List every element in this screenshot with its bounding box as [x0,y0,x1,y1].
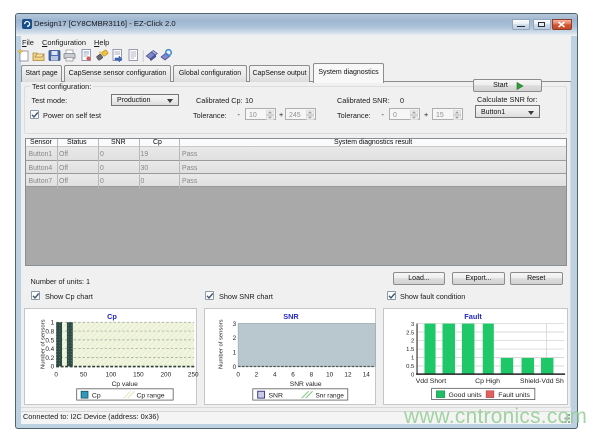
svg-text:250: 250 [188,372,199,379]
svg-text:0.5: 0.5 [406,364,415,370]
svg-text:0: 0 [51,364,55,371]
svg-text:150: 150 [133,372,144,379]
svg-text:2.5: 2.5 [406,330,415,336]
svg-text:Vdd Short: Vdd Short [416,378,447,385]
svg-text:12: 12 [344,372,352,379]
svg-text:SNR value: SNR value [289,381,321,388]
svg-text:SNR: SNR [283,312,299,321]
svg-text:100: 100 [106,372,117,379]
svg-text:2: 2 [232,335,236,342]
svg-text:1.5: 1.5 [406,347,415,353]
svg-text:SNR: SNR [268,393,283,400]
svg-text:3: 3 [411,322,414,328]
svg-text:50: 50 [80,372,88,379]
svg-text:Snr range: Snr range [315,393,344,400]
svg-text:Number of sensors: Number of sensors [40,319,46,369]
svg-text:0: 0 [54,372,58,379]
svg-text:8: 8 [309,372,313,379]
svg-text:0.2: 0.2 [45,355,54,362]
svg-text:3: 3 [232,321,236,328]
svg-text:0: 0 [232,364,236,371]
svg-text:4: 4 [272,372,276,379]
svg-text:2: 2 [411,339,414,345]
svg-text:200: 200 [161,372,172,379]
svg-text:0: 0 [236,372,240,379]
svg-text:1: 1 [411,356,414,362]
svg-text:Fault units: Fault units [498,392,530,399]
svg-text:Number of sensors: Number of sensors [218,319,224,369]
svg-text:1: 1 [51,320,55,327]
svg-text:6: 6 [291,372,295,379]
svg-text:Shield-Vdd Sh: Shield-Vdd Sh [520,378,564,385]
svg-text:Good units: Good units [449,392,483,399]
svg-text:Fault: Fault [464,312,482,321]
svg-text:Cp range: Cp range [136,393,164,400]
svg-text:Cp High: Cp High [475,378,500,385]
svg-text:Cp: Cp [107,312,117,321]
svg-text:0.4: 0.4 [45,346,54,353]
svg-text:Cp: Cp [92,393,101,400]
svg-text:1: 1 [232,349,236,356]
svg-text:14: 14 [362,372,370,379]
svg-text:Cp value: Cp value [112,381,139,388]
svg-text:2: 2 [254,372,258,379]
svg-text:0.8: 0.8 [45,328,54,335]
svg-text:0: 0 [411,372,415,378]
svg-text:0.5: 0.5 [45,337,54,344]
svg-text:10: 10 [326,372,334,379]
